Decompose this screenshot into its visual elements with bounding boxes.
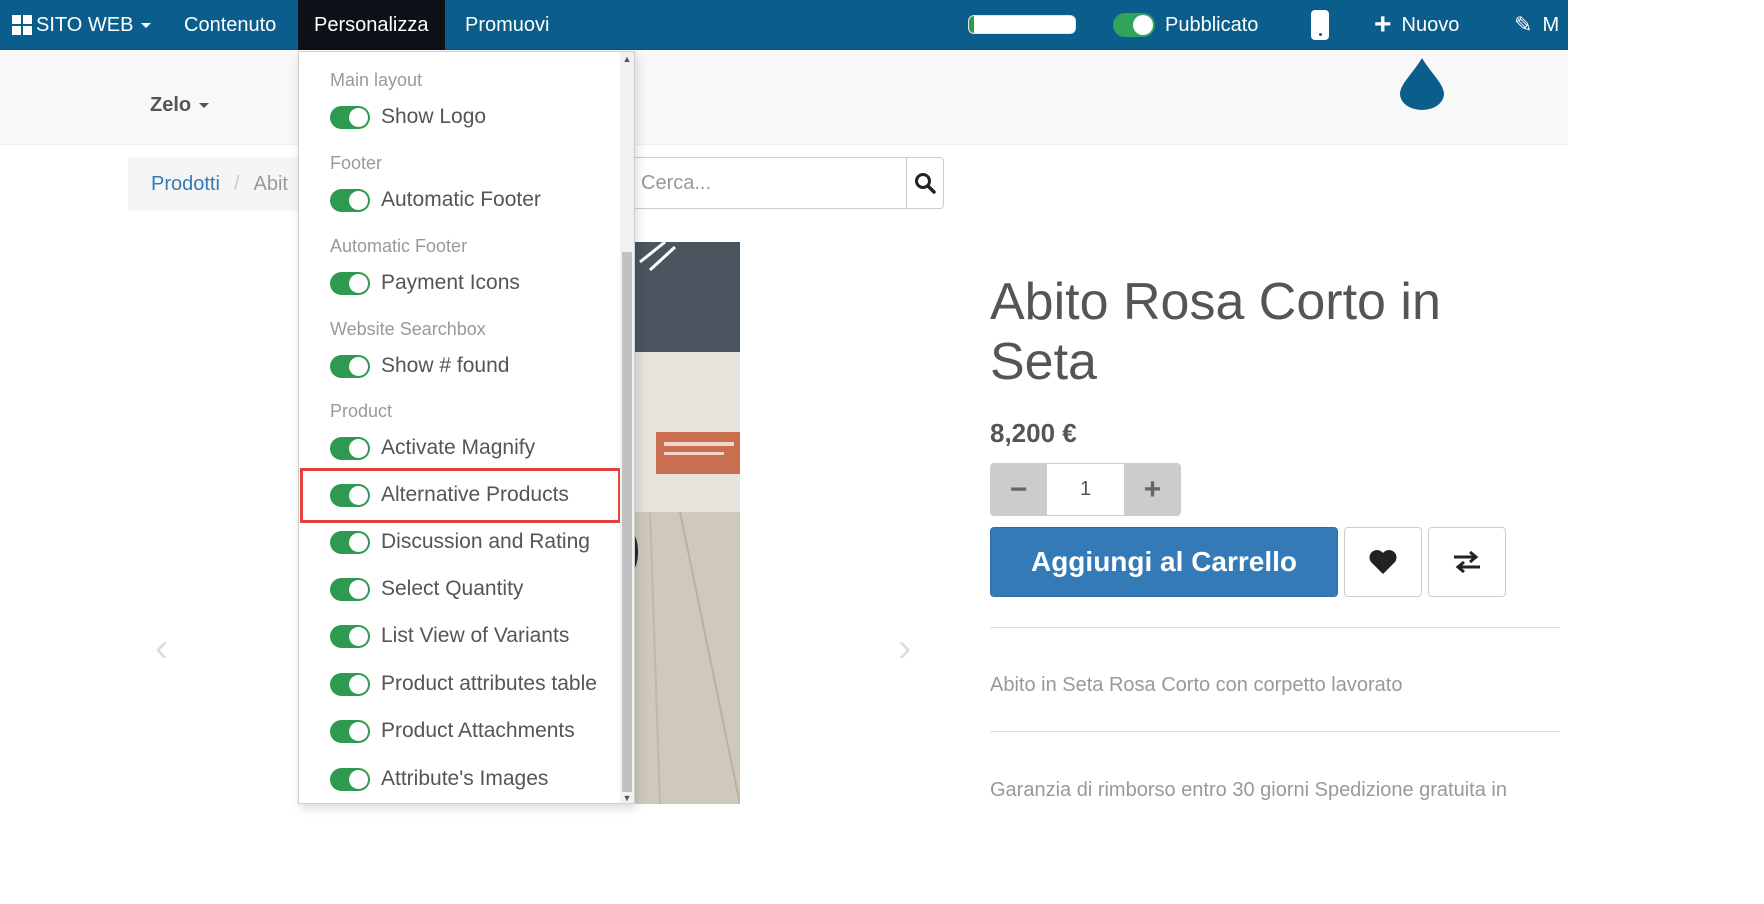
toggle-on-icon [330, 624, 370, 648]
option-label: Show # found [381, 354, 510, 377]
option-automatic-footer[interactable]: Automatic Footer [330, 188, 541, 212]
published-label: Pubblicato [1165, 13, 1259, 36]
product-price: 8,200 € [990, 418, 1077, 448]
option-payment-icons[interactable]: Payment Icons [330, 271, 520, 295]
divider [990, 627, 1560, 628]
section-label: Automatic Footer [330, 236, 468, 256]
menu-promote[interactable]: Promuovi [465, 0, 549, 50]
app-menu-label: SITO WEB [36, 13, 134, 36]
option-list-view-variants[interactable]: List View of Variants [330, 624, 569, 648]
new-label: Nuovo [1401, 13, 1460, 36]
brand-menu[interactable]: Zelo [150, 94, 210, 117]
toggle-on-icon [330, 719, 370, 743]
quantity-stepper: − 1 + [990, 463, 1181, 516]
toggle-on-icon [330, 271, 370, 295]
guarantee-text: Garanzia di rimborso entro 30 giorni Spe… [990, 779, 1507, 801]
edit-icon: ✎ [1514, 12, 1533, 37]
edit-button[interactable]: ✎ M [1514, 0, 1559, 50]
option-select-quantity[interactable]: Select Quantity [330, 577, 523, 601]
highlight-box [300, 468, 621, 523]
top-navbar: SITO WEB Contenuto Personalizza Promuovi… [0, 0, 1568, 50]
brand-menu-label: Zelo [150, 94, 192, 116]
toggle-on-icon [330, 530, 370, 554]
toggle-on-icon [330, 354, 370, 378]
scrollbar-thumb[interactable] [622, 252, 632, 792]
website-header: Zelo [0, 51, 1568, 145]
option-label: Show Logo [381, 105, 487, 128]
water-drop-icon [1400, 58, 1444, 110]
search-button[interactable] [906, 157, 944, 209]
toggle-on-icon [330, 436, 370, 460]
mobile-preview-button[interactable] [1311, 0, 1329, 50]
option-label: List View of Variants [381, 624, 570, 647]
option-label: Automatic Footer [381, 188, 541, 211]
quantity-decrease-button[interactable]: − [990, 463, 1047, 516]
toggle-on-icon [330, 577, 370, 601]
product-search [620, 157, 944, 209]
menu-customize[interactable]: Personalizza [298, 0, 445, 50]
caret-down-icon [199, 103, 210, 108]
product-title: Abito Rosa Corto in Seta [990, 273, 1441, 391]
divider [990, 731, 1560, 732]
toggle-on-icon [330, 767, 370, 791]
section-label: Product [330, 401, 393, 421]
option-label: Product attributes table [381, 672, 597, 695]
carousel-next-icon[interactable]: › [898, 626, 911, 671]
new-button[interactable]: + Nuovo [1374, 0, 1459, 50]
exchange-icon [1454, 550, 1480, 574]
carousel-prev-icon[interactable]: ‹ [155, 626, 168, 671]
toggle-on-icon [1113, 13, 1155, 37]
breadcrumb-current: Abit [253, 172, 288, 195]
app-menu[interactable]: SITO WEB [12, 0, 152, 50]
menu-scrollbar[interactable]: ▲ ▼ [620, 52, 634, 803]
apps-grid-icon [12, 15, 32, 35]
option-label: Select Quantity [381, 577, 524, 600]
option-label: Payment Icons [381, 271, 520, 294]
product-image [620, 242, 740, 804]
toggle-on-icon [330, 105, 370, 129]
scroll-down-icon[interactable]: ▼ [620, 791, 634, 803]
wishlist-button[interactable] [1344, 527, 1422, 597]
compare-button[interactable] [1428, 527, 1506, 597]
edit-label: M [1542, 13, 1560, 36]
option-label: Activate Magnify [381, 436, 536, 459]
menu-content[interactable]: Contenuto [184, 0, 276, 50]
quantity-increase-button[interactable]: + [1124, 463, 1181, 516]
option-show-found[interactable]: Show # found [330, 354, 509, 378]
mobile-icon [1311, 10, 1329, 40]
plus-icon: + [1374, 8, 1392, 41]
scroll-up-icon[interactable]: ▲ [620, 52, 634, 66]
toggle-on-icon [330, 672, 370, 696]
option-discussion-rating[interactable]: Discussion and Rating [330, 530, 590, 554]
caret-down-icon [141, 22, 152, 28]
progress-fill [969, 16, 975, 33]
publish-toggle[interactable]: Pubblicato [1113, 0, 1258, 50]
seo-progress-bar [968, 15, 1076, 34]
section-label: Main layout [330, 70, 423, 90]
toggle-on-icon [330, 188, 370, 212]
breadcrumb-root-link[interactable]: Prodotti [151, 173, 220, 196]
product-description: Abito in Seta Rosa Corto con corpetto la… [990, 674, 1403, 696]
section-label: Footer [330, 153, 383, 173]
option-product-attachments[interactable]: Product Attachments [330, 719, 575, 743]
search-input[interactable] [620, 157, 906, 209]
option-attribute-images[interactable]: Attribute's Images [330, 767, 548, 791]
section-label: Website Searchbox [330, 319, 486, 339]
add-to-cart-button[interactable]: Aggiungi al Carrello [990, 527, 1338, 597]
option-show-logo[interactable]: Show Logo [330, 105, 486, 129]
heart-icon [1369, 550, 1397, 574]
option-label: Discussion and Rating [381, 530, 590, 553]
quantity-input[interactable]: 1 [1047, 463, 1124, 516]
option-label: Product Attachments [381, 719, 575, 742]
breadcrumb-separator: / [233, 172, 240, 195]
option-product-attributes-table[interactable]: Product attributes table [330, 672, 597, 696]
search-icon [915, 173, 936, 194]
option-activate-magnify[interactable]: Activate Magnify [330, 436, 535, 460]
option-label: Attribute's Images [381, 767, 549, 790]
customize-dropdown-menu: Main layout Show Logo Footer Automatic F… [298, 51, 635, 804]
